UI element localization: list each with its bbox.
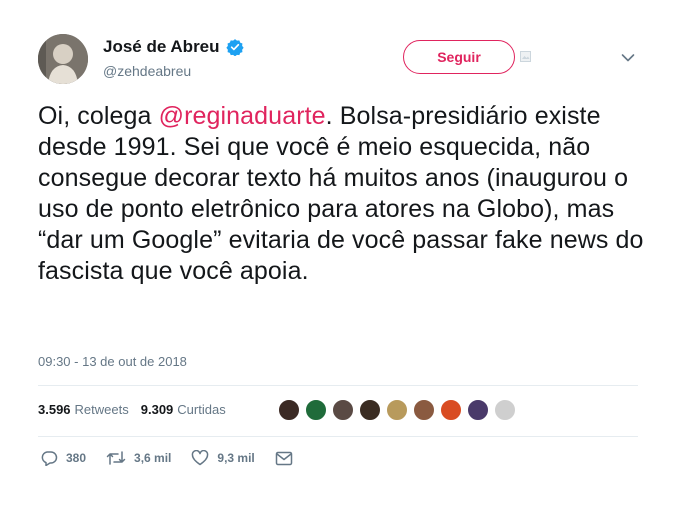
engagement-stats: 3.596 Retweets 9.309 Curtidas (38, 402, 238, 417)
liker-avatar[interactable] (386, 399, 408, 421)
divider (38, 436, 638, 437)
like-button[interactable]: 9,3 mil (191, 450, 255, 466)
retweet-button[interactable]: 3,6 mil (106, 450, 171, 466)
tweet-text: Oi, colega @reginaduarte. Bolsa-presidiá… (38, 101, 648, 287)
retweet-count: 3,6 mil (134, 451, 172, 465)
liker-avatar[interactable] (413, 399, 435, 421)
divider (38, 385, 638, 386)
liker-avatar[interactable] (359, 399, 381, 421)
image-placeholder-icon (520, 51, 531, 62)
liker-avatar[interactable] (332, 399, 354, 421)
avatar-photo (38, 34, 88, 84)
direct-message-button[interactable] (275, 451, 301, 466)
reply-button[interactable]: 380 (40, 450, 86, 466)
liker-avatar[interactable] (494, 399, 516, 421)
retweets-label: Retweets (74, 402, 129, 417)
liker-avatar[interactable] (305, 399, 327, 421)
action-bar: 380 3,6 mil 9,3 mil (40, 450, 321, 466)
retweets-count: 3.596 (38, 402, 71, 417)
author-handle[interactable]: @zehdeabreu (103, 63, 191, 79)
author-name-text: José de Abreu (103, 37, 220, 56)
likes-stat[interactable]: 9.309 Curtidas (141, 402, 226, 417)
avatar[interactable] (38, 34, 88, 84)
chevron-down-icon[interactable] (621, 53, 635, 63)
follow-button[interactable]: Seguir (403, 40, 515, 74)
envelope-icon (275, 451, 292, 465)
tweet-card: José de Abreu @zehdeabreu Seguir Oi, col… (0, 0, 680, 508)
tweet-timestamp[interactable]: 09:30 - 13 de out de 2018 (38, 354, 187, 369)
liker-avatars (278, 399, 521, 421)
liker-avatar[interactable] (440, 399, 462, 421)
retweet-icon (106, 451, 126, 465)
likes-label: Curtidas (177, 402, 226, 417)
heart-icon (192, 450, 209, 466)
reply-icon (41, 451, 58, 466)
reply-count: 380 (66, 451, 87, 465)
mention-link[interactable]: @reginaduarte (159, 102, 326, 130)
verified-badge-icon (225, 39, 244, 56)
author-name[interactable]: José de Abreu (103, 37, 244, 57)
tweet-text-start: Oi, colega (38, 102, 159, 130)
retweets-stat[interactable]: 3.596 Retweets (38, 402, 129, 417)
liker-avatar[interactable] (467, 399, 489, 421)
like-count: 9,3 mil (217, 451, 255, 465)
liker-avatar[interactable] (278, 399, 300, 421)
likes-count: 9.309 (140, 402, 174, 417)
